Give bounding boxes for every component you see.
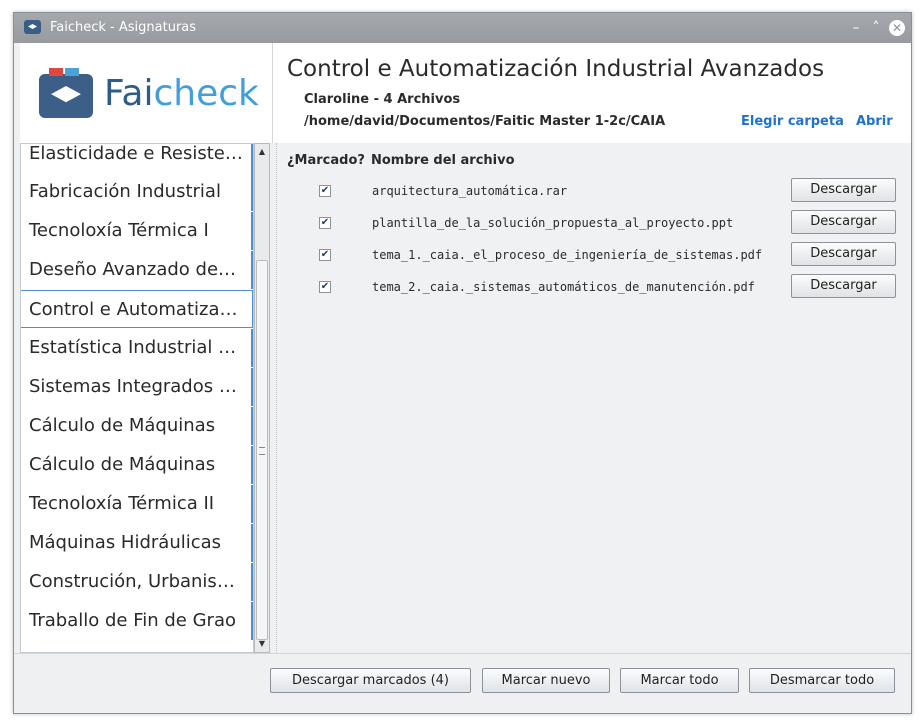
sidebar-item-tecnoloxia-2[interactable]: Tecnoloxía Térmica II bbox=[21, 485, 253, 523]
choose-folder-link[interactable]: Elegir carpeta bbox=[741, 114, 844, 129]
file-name: arquitectura_automática.rar bbox=[372, 184, 568, 198]
sidebar-item-deseno[interactable]: Deseño Avanzado de… bbox=[21, 251, 253, 289]
scroll-down-icon[interactable]: ▼ bbox=[255, 637, 269, 651]
sidebar-item-calculo-2[interactable]: Cálculo de Máquinas bbox=[21, 446, 253, 484]
file-checkbox[interactable]: ✔ bbox=[319, 185, 331, 197]
sidebar-item-calculo-1[interactable]: Cálculo de Máquinas bbox=[21, 407, 253, 445]
download-button[interactable]: Descargar bbox=[791, 210, 896, 234]
app-window: Faicheck - Asignaturas – ˄ ✕ Faicheck Co… bbox=[13, 12, 912, 714]
logo-text-check: check bbox=[153, 73, 259, 114]
sidebar-item-maquinas[interactable]: Máquinas Hidráulicas bbox=[21, 524, 253, 562]
download-button[interactable]: Descargar bbox=[791, 178, 896, 202]
unmark-all-button[interactable]: Desmarcar todo bbox=[749, 668, 895, 693]
file-checkbox[interactable]: ✔ bbox=[319, 217, 331, 229]
sidebar-item-estatistica[interactable]: Estatística Industrial … bbox=[21, 329, 253, 367]
col-header-name: Nombre del archivo bbox=[371, 153, 515, 168]
sidebar-item-control[interactable]: Control e Automatiza… bbox=[21, 290, 253, 328]
file-row: ✔ arquitectura_automática.rar Descargar bbox=[277, 176, 911, 208]
file-checkbox[interactable]: ✔ bbox=[319, 281, 331, 293]
scroll-thumb[interactable] bbox=[256, 260, 268, 640]
subject-subinfo: Claroline - 4 Archivos bbox=[304, 92, 461, 107]
scroll-up-icon[interactable]: ▲ bbox=[255, 145, 269, 159]
minimize-icon[interactable]: – bbox=[847, 19, 865, 37]
sidebar-item-elasticidade[interactable]: Elasticidade e Resiste… bbox=[21, 144, 253, 173]
sidebar-item-fabricacion[interactable]: Fabricación Industrial bbox=[21, 173, 253, 211]
title-bar: Faicheck - Asignaturas – ˄ ✕ bbox=[14, 13, 911, 43]
scroll-grip-icon bbox=[259, 447, 265, 455]
file-row: ✔ tema_1._caia._el_proceso_de_ingeniería… bbox=[277, 240, 911, 272]
window-title: Faicheck - Asignaturas bbox=[50, 20, 197, 35]
file-row: ✔ plantilla_de_la_solución_propuesta_al_… bbox=[277, 208, 911, 240]
logo-text: Faicheck bbox=[104, 73, 259, 114]
file-name: plantilla_de_la_solución_propuesta_al_pr… bbox=[372, 216, 734, 230]
sidebar-item-sistemas[interactable]: Sistemas Integrados … bbox=[21, 368, 253, 406]
maximize-icon[interactable]: ˄ bbox=[867, 19, 885, 37]
mark-all-button[interactable]: Marcar todo bbox=[620, 668, 739, 693]
file-row: ✔ tema_2._caia._sistemas_automáticos_de_… bbox=[277, 272, 911, 304]
bottom-action-bar: Descargar marcados (4) Marcar nuevo Marc… bbox=[14, 653, 911, 713]
download-path: /home/david/Documentos/Faitic Master 1-2… bbox=[304, 114, 666, 129]
files-panel: ¿Marcado? Nombre del archivo ✔ arquitect… bbox=[276, 143, 911, 653]
file-name: tema_2._caia._sistemas_automáticos_de_ma… bbox=[372, 280, 755, 294]
open-link[interactable]: Abrir bbox=[856, 114, 893, 129]
sidebar-item-construcion[interactable]: Construción, Urbanis… bbox=[21, 563, 253, 601]
col-header-marked: ¿Marcado? bbox=[287, 153, 365, 168]
download-marked-button[interactable]: Descargar marcados (4) bbox=[270, 668, 471, 693]
file-name: tema_1._caia._el_proceso_de_ingeniería_d… bbox=[372, 248, 763, 262]
subject-list-scrollbar[interactable]: ▲ ▼ bbox=[254, 143, 270, 653]
logo-icon bbox=[39, 68, 93, 118]
subject-header: Control e Automatización Industrial Avan… bbox=[272, 43, 911, 143]
subject-title: Control e Automatización Industrial Avan… bbox=[287, 56, 825, 82]
close-icon[interactable]: ✕ bbox=[889, 20, 905, 36]
download-button[interactable]: Descargar bbox=[791, 242, 896, 266]
logo-text-fai: Fai bbox=[104, 73, 154, 114]
logo-panel: Faicheck bbox=[20, 43, 272, 143]
file-checkbox[interactable]: ✔ bbox=[319, 249, 331, 261]
app-icon bbox=[24, 20, 41, 34]
subject-list: Elasticidade e Resiste… Fabricación Indu… bbox=[20, 143, 254, 653]
sidebar-item-traballo[interactable]: Traballo de Fin de Grao bbox=[21, 602, 253, 640]
mark-new-button[interactable]: Marcar nuevo bbox=[482, 668, 610, 693]
sidebar-item-tecnoloxia-1[interactable]: Tecnoloxía Térmica I bbox=[21, 212, 253, 250]
download-button[interactable]: Descargar bbox=[791, 274, 896, 298]
